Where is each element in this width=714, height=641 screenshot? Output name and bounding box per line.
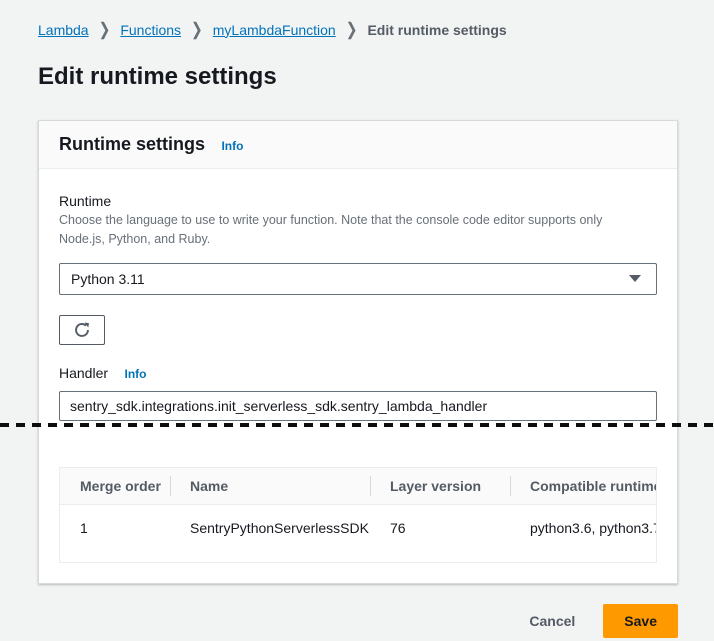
refresh-icon — [73, 321, 91, 339]
handler-field-label: Handler — [59, 365, 108, 381]
runtime-settings-info-link[interactable]: Info — [221, 139, 243, 153]
form-actions: Cancel Save — [38, 604, 678, 638]
layers-table-container: Merge order Name Layer version Compatibl… — [59, 467, 657, 563]
handler-input[interactable] — [59, 391, 657, 421]
runtime-field-description: Choose the language to use to write your… — [59, 211, 627, 249]
panel-title: Runtime settings — [59, 134, 205, 154]
save-button[interactable]: Save — [603, 604, 678, 638]
handler-field: Handler Info — [59, 365, 657, 421]
breadcrumb-link-lambda[interactable]: Lambda — [38, 22, 89, 38]
layers-table-row: 1 SentryPythonServerlessSDK 76 python3.6… — [60, 504, 657, 562]
cell-compatible-runtimes: python3.6, python3.7, python3.8 — [510, 504, 657, 562]
layers-table: Merge order Name Layer version Compatibl… — [60, 468, 657, 562]
column-header-name: Name — [170, 468, 370, 505]
handler-info-link[interactable]: Info — [124, 367, 146, 381]
column-header-compatible-runtimes: Compatible runtimes — [510, 468, 657, 505]
panel-body: Runtime Choose the language to use to wr… — [39, 169, 677, 583]
cancel-button[interactable]: Cancel — [529, 607, 575, 635]
runtime-field-label: Runtime — [59, 193, 657, 209]
breadcrumb-separator-icon: ❯ — [191, 19, 203, 40]
breadcrumb-current-page: Edit runtime settings — [367, 22, 506, 38]
dashed-cut-line — [0, 423, 714, 427]
caret-down-icon — [629, 275, 641, 282]
breadcrumb-link-functions[interactable]: Functions — [120, 22, 181, 38]
breadcrumb-separator-icon: ❯ — [346, 19, 358, 40]
refresh-runtimes-button[interactable] — [59, 315, 105, 345]
cell-layer-version: 76 — [370, 504, 510, 562]
page-title: Edit runtime settings — [38, 63, 676, 91]
cell-merge-order: 1 — [60, 504, 170, 562]
panel-header: Runtime settings Info — [39, 121, 677, 169]
breadcrumb-link-function-name[interactable]: myLambdaFunction — [213, 22, 336, 38]
layers-table-header-row: Merge order Name Layer version Compatibl… — [60, 468, 657, 505]
column-header-merge-order: Merge order — [60, 468, 170, 505]
breadcrumb: Lambda ❯ Functions ❯ myLambdaFunction ❯ … — [0, 0, 714, 38]
column-header-layer-version: Layer version — [370, 468, 510, 505]
runtime-settings-panel: Runtime settings Info Runtime Choose the… — [38, 120, 678, 584]
runtime-select[interactable]: Python 3.11 — [59, 263, 657, 295]
breadcrumb-separator-icon: ❯ — [99, 19, 111, 40]
cell-layer-name: SentryPythonServerlessSDK — [170, 504, 370, 562]
runtime-select-value: Python 3.11 — [71, 271, 145, 287]
